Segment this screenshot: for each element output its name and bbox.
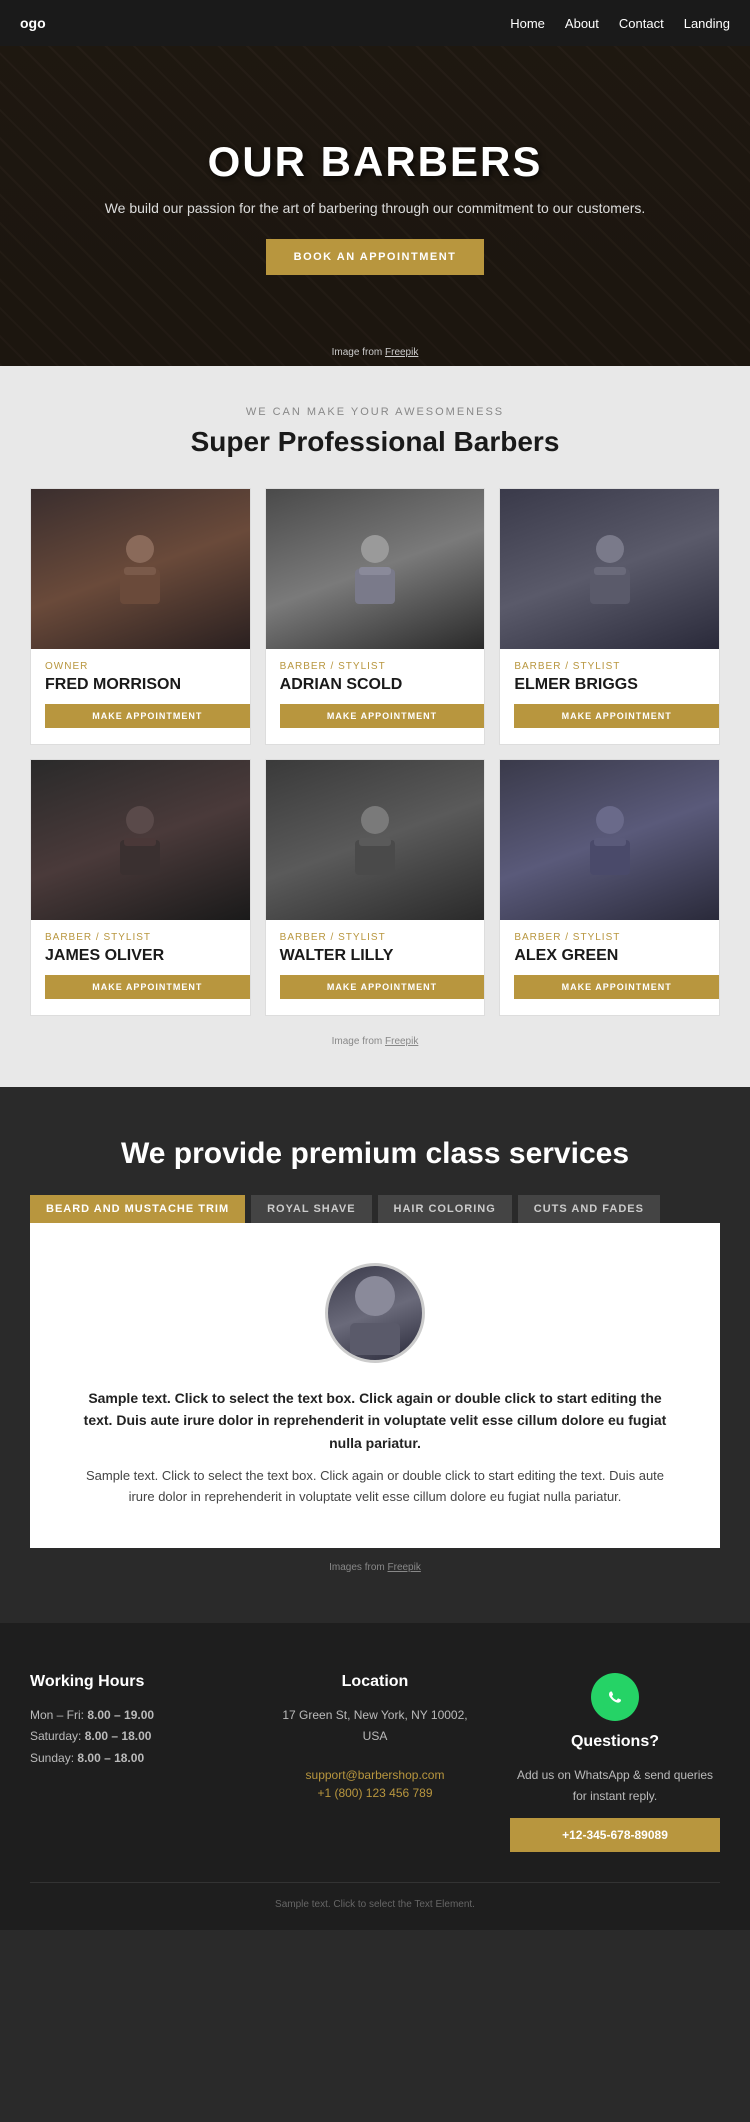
nav-home[interactable]: Home <box>510 16 545 31</box>
hero-section: OUR BARBERS We build our passion for the… <box>0 46 750 366</box>
barbers-credit-text: Image from <box>332 1036 385 1047</box>
barbers-eyebrow: WE CAN MAKE YOUR AWESOMENESS <box>30 406 720 418</box>
footer-location: Location 17 Green St, New York, NY 10002… <box>270 1673 480 1852</box>
appt-btn-james[interactable]: MAKE APPOINTMENT <box>45 975 250 999</box>
navbar: ogo Home About Contact Landing <box>0 0 750 46</box>
nav-landing[interactable]: Landing <box>684 16 730 31</box>
services-credit: Images from Freepik <box>30 1562 720 1573</box>
barber-card-walter: BARBER / STYLIST WALTER LILLY MAKE APPOI… <box>265 759 486 1016</box>
barber-role-alex: BARBER / STYLIST <box>514 932 705 943</box>
barbers-title: Super Professional Barbers <box>30 426 720 458</box>
barber-card-alex: BARBER / STYLIST ALEX GREEN MAKE APPOINT… <box>499 759 720 1016</box>
barber-info-fred: OWNER FRED MORRISON <box>31 649 250 704</box>
services-section: We provide premium class services BEARD … <box>0 1087 750 1623</box>
nav-links: Home About Contact Landing <box>510 16 730 31</box>
footer-grid: Working Hours Mon – Fri: 8.00 – 19.00 Sa… <box>30 1673 720 1852</box>
logo: ogo <box>20 15 46 31</box>
barber-card-adrian: BARBER / STYLIST ADRIAN SCOLD MAKE APPOI… <box>265 488 486 745</box>
barber-role-fred: OWNER <box>45 661 236 672</box>
appt-btn-adrian[interactable]: MAKE APPOINTMENT <box>280 704 485 728</box>
services-title: We provide premium class services <box>30 1137 720 1171</box>
hero-credit: Image from Freepik <box>332 347 419 358</box>
service-text: Sample text. Click to select the text bo… <box>80 1466 670 1508</box>
tab-beard[interactable]: BEARD AND MUSTACHE TRIM <box>30 1195 245 1223</box>
barber-role-adrian: BARBER / STYLIST <box>280 661 471 672</box>
services-tabs: BEARD AND MUSTACHE TRIM ROYAL SHAVE HAIR… <box>30 1195 720 1223</box>
barber-role-walter: BARBER / STYLIST <box>280 932 471 943</box>
barbers-credit-link[interactable]: Freepik <box>385 1036 418 1047</box>
whatsapp-icon <box>591 1673 639 1721</box>
nav-about[interactable]: About <box>565 16 599 31</box>
appt-btn-alex[interactable]: MAKE APPOINTMENT <box>514 975 719 999</box>
book-appointment-button[interactable]: BOOK AN APPOINTMENT <box>266 239 485 275</box>
barber-photo-walter <box>266 760 485 920</box>
location-phone[interactable]: +1 (800) 123 456 789 <box>317 1786 432 1800</box>
questions-title: Questions? <box>510 1733 720 1751</box>
working-hours-title: Working Hours <box>30 1673 240 1691</box>
barbers-grid: OWNER FRED MORRISON MAKE APPOINTMENT BAR… <box>30 488 720 1016</box>
location-title: Location <box>270 1673 480 1691</box>
barber-info-walter: BARBER / STYLIST WALTER LILLY <box>266 920 485 975</box>
barber-photo-elmer <box>500 489 719 649</box>
barber-name-james: JAMES OLIVER <box>45 947 236 965</box>
appt-btn-fred[interactable]: MAKE APPOINTMENT <box>45 704 250 728</box>
barber-photo-adrian <box>266 489 485 649</box>
hero-credit-text: Image from <box>332 347 385 358</box>
footer: Working Hours Mon – Fri: 8.00 – 19.00 Sa… <box>0 1623 750 1930</box>
tab-cuts[interactable]: CUTS AND FADES <box>518 1195 660 1223</box>
working-hours-row-2: Sunday: 8.00 – 18.00 <box>30 1748 240 1770</box>
services-credit-text: Images from <box>329 1562 387 1573</box>
hero-credit-link[interactable]: Freepik <box>385 347 418 358</box>
working-hours-row-1: Saturday: 8.00 – 18.00 <box>30 1726 240 1748</box>
appt-btn-walter[interactable]: MAKE APPOINTMENT <box>280 975 485 999</box>
questions-text: Add us on WhatsApp & send queries for in… <box>510 1765 720 1808</box>
appt-btn-elmer[interactable]: MAKE APPOINTMENT <box>514 704 719 728</box>
barber-name-walter: WALTER LILLY <box>280 947 471 965</box>
barber-photo-fred <box>31 489 250 649</box>
location-address: 17 Green St, New York, NY 10002, USA <box>270 1705 480 1748</box>
barber-photo-alex <box>500 760 719 920</box>
barber-role-elmer: BARBER / STYLIST <box>514 661 705 672</box>
barber-card-fred: OWNER FRED MORRISON MAKE APPOINTMENT <box>30 488 251 745</box>
barber-photo-james <box>31 760 250 920</box>
footer-questions: Questions? Add us on WhatsApp & send que… <box>510 1673 720 1852</box>
barbers-credit: Image from Freepik <box>30 1036 720 1047</box>
barber-info-elmer: BARBER / STYLIST ELMER BRIGGS <box>500 649 719 704</box>
service-avatar <box>325 1263 425 1363</box>
location-email[interactable]: support@barbershop.com <box>306 1768 445 1782</box>
barber-name-elmer: ELMER BRIGGS <box>514 676 705 694</box>
hero-content: OUR BARBERS We build our passion for the… <box>105 138 646 275</box>
barber-info-james: BARBER / STYLIST JAMES OLIVER <box>31 920 250 975</box>
barber-role-james: BARBER / STYLIST <box>45 932 236 943</box>
barber-info-adrian: BARBER / STYLIST ADRIAN SCOLD <box>266 649 485 704</box>
barber-info-alex: BARBER / STYLIST ALEX GREEN <box>500 920 719 975</box>
barber-card-elmer: BARBER / STYLIST ELMER BRIGGS MAKE APPOI… <box>499 488 720 745</box>
footer-bottom-text: Sample text. Click to select the Text El… <box>275 1899 475 1910</box>
barbers-section: WE CAN MAKE YOUR AWESOMENESS Super Profe… <box>0 366 750 1087</box>
nav-contact[interactable]: Contact <box>619 16 664 31</box>
whatsapp-button[interactable]: +12-345-678-89089 <box>510 1818 720 1852</box>
working-hours-row-0: Mon – Fri: 8.00 – 19.00 <box>30 1705 240 1727</box>
service-panel: Sample text. Click to select the text bo… <box>30 1223 720 1548</box>
footer-bottom: Sample text. Click to select the Text El… <box>30 1882 720 1910</box>
footer-working-hours: Working Hours Mon – Fri: 8.00 – 19.00 Sa… <box>30 1673 240 1852</box>
barber-name-alex: ALEX GREEN <box>514 947 705 965</box>
hero-subtitle: We build our passion for the art of barb… <box>105 198 646 219</box>
services-credit-link[interactable]: Freepik <box>388 1562 421 1573</box>
barber-name-fred: FRED MORRISON <box>45 676 236 694</box>
tab-shave[interactable]: ROYAL SHAVE <box>251 1195 371 1223</box>
service-text-bold: Sample text. Click to select the text bo… <box>80 1387 670 1454</box>
hero-title: OUR BARBERS <box>105 138 646 186</box>
tab-color[interactable]: HAIR COLORING <box>378 1195 512 1223</box>
barber-name-adrian: ADRIAN SCOLD <box>280 676 471 694</box>
barber-card-james: BARBER / STYLIST JAMES OLIVER MAKE APPOI… <box>30 759 251 1016</box>
